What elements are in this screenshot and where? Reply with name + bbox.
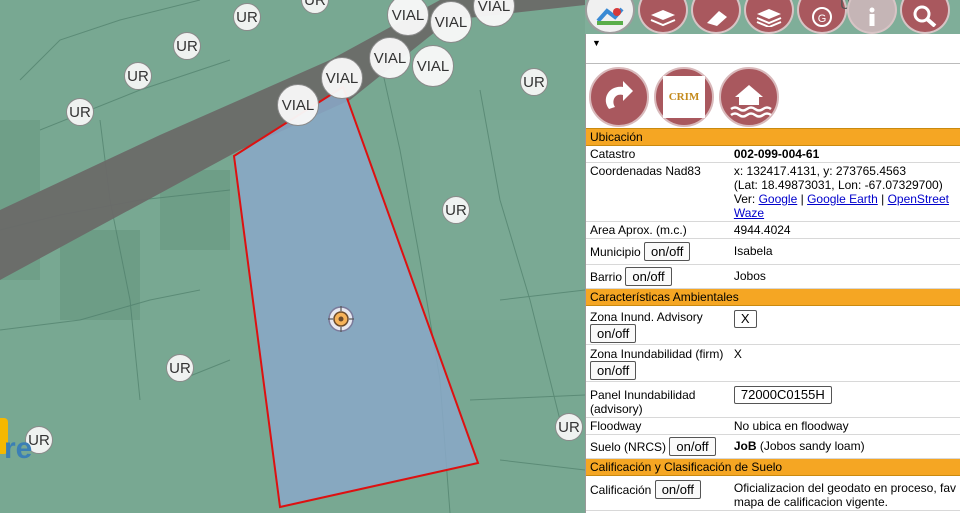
- calificacion-value-line1: Oficializacion del geodato en proceso, f…: [733, 481, 956, 495]
- municipio-onoff-button[interactable]: on/off: [644, 242, 691, 261]
- zona-firm-onoff-button[interactable]: on/off: [590, 361, 637, 380]
- zone-label-ur: UR: [124, 62, 152, 90]
- barrio-onoff-button[interactable]: on/off: [625, 267, 672, 286]
- calificacion-value-line2: mapa de calificacion vigente.: [733, 495, 888, 509]
- suelo-label: Suelo (NRCS): [590, 440, 667, 454]
- return-icon[interactable]: [589, 67, 649, 127]
- floodway-value: No ubica en floodway: [729, 417, 960, 435]
- table-row: Panel Inundabilidad (advisory) 72000C015…: [586, 381, 960, 418]
- logo-text: re: [4, 432, 33, 465]
- zone-label-ur: UR: [166, 354, 194, 382]
- barrio-value: Jobos: [729, 264, 960, 289]
- parcel-info-table: Ubicación Catastro 002-099-004-61 Coorde…: [586, 128, 960, 511]
- panel-inundabilidad-value: 72000C0155H: [733, 386, 832, 404]
- zona-firm-label: Zona Inundabilidad (firm): [590, 347, 724, 361]
- layers-stack-icon[interactable]: [744, 0, 794, 34]
- table-row: Barrio on/off Jobos: [586, 264, 960, 289]
- google-link[interactable]: Google: [759, 192, 798, 206]
- crim-logo[interactable]: CRIM: [654, 67, 714, 127]
- svg-text:G: G: [818, 13, 827, 25]
- catastro-label: Catastro: [586, 145, 730, 163]
- toolbar: G UR: [585, 0, 960, 34]
- table-row: Coordenadas Nad83 x: 132417.4131, y: 273…: [586, 162, 960, 222]
- road-label-vial: VIAL: [430, 1, 472, 43]
- section-caracteristicas: Características Ambientales: [586, 288, 960, 306]
- catastro-value: 002-099-004-61: [733, 147, 820, 161]
- zone-label-ur: UR: [555, 413, 583, 441]
- crim-logo-text: CRIM: [668, 91, 700, 103]
- suelo-description: (Jobos sandy loam): [759, 439, 865, 453]
- suelo-onoff-button[interactable]: on/off: [669, 437, 716, 456]
- zona-advisory-label: Zona Inund. Advisory: [590, 310, 703, 324]
- waze-link[interactable]: Waze: [734, 206, 764, 220]
- floodway-label: Floodway: [586, 417, 730, 435]
- map-view[interactable]: UR UR UR UR UR UR UR UR UR UR VIAL VIAL …: [0, 0, 585, 513]
- panel-header: ▼: [586, 34, 960, 64]
- zona-advisory-onoff-button[interactable]: on/off: [590, 324, 637, 343]
- layers-icon[interactable]: [638, 0, 688, 34]
- zone-label-ur: UR: [66, 98, 94, 126]
- barrio-label: Barrio: [590, 270, 623, 284]
- icon-row: CRIM: [586, 64, 960, 128]
- location-target-icon: [328, 306, 354, 332]
- municipio-label: Municipio: [590, 245, 641, 259]
- zone-label-ur: UR: [173, 32, 201, 60]
- coordenadas-latlon: (Lat: 18.49873031, Lon: -67.07329700): [733, 178, 943, 192]
- search-icon[interactable]: [900, 0, 950, 34]
- panel-inundabilidad-label: Panel Inundabilidad (advisory): [586, 381, 730, 418]
- road-label-vial: VIAL: [277, 84, 319, 126]
- zona-advisory-value: X: [733, 310, 757, 328]
- zone-label-ur: UR: [520, 68, 548, 96]
- section-ubicacion: Ubicación: [586, 128, 960, 146]
- table-row: Zona Inund. Advisory on/off X: [586, 305, 960, 345]
- suelo-code: JoB: [733, 439, 757, 453]
- coordenadas-xy: x: 132417.4131, y: 273765.4563: [733, 164, 907, 178]
- ver-label: Ver:: [733, 192, 756, 206]
- table-row: Suelo (NRCS) on/off JoB (Jobos sandy loa…: [586, 434, 960, 459]
- info-panel: ▼ CRIM Ubicación Catastro 002-099-004-61…: [585, 34, 960, 513]
- area-label: Area Aprox. (m.c.): [586, 221, 730, 239]
- google-earth-link[interactable]: Google Earth: [807, 192, 878, 206]
- area-value: 4944.4024: [729, 221, 960, 239]
- section-calificacion: Calificación y Clasificación de Suelo: [586, 458, 960, 476]
- road-label-vial: VIAL: [369, 37, 411, 79]
- table-row: Floodway No ubica en floodway: [586, 417, 960, 435]
- map-base-layer: [0, 0, 585, 513]
- table-row: Calificación on/off Oficializacion del g…: [586, 475, 960, 511]
- map-layers-icon[interactable]: [585, 0, 635, 34]
- zona-firm-value: X: [729, 344, 960, 382]
- road-label-vial: VIAL: [321, 57, 363, 99]
- table-row: Municipio on/off Isabela: [586, 238, 960, 265]
- table-row: Zona Inundabilidad (firm) on/off X: [586, 344, 960, 382]
- zone-label-ur: UR: [442, 196, 470, 224]
- zone-label-ur: UR: [233, 3, 261, 31]
- coordenadas-label: Coordenadas Nad83: [586, 162, 730, 222]
- municipio-value: Isabela: [729, 238, 960, 265]
- road-label-vial: VIAL: [412, 45, 454, 87]
- flood-house-icon[interactable]: [719, 67, 779, 127]
- info-icon[interactable]: [847, 0, 897, 34]
- map-logo: re: [0, 418, 50, 488]
- table-row: Area Aprox. (m.c.) 4944.4024: [586, 221, 960, 239]
- eraser-icon[interactable]: [691, 0, 741, 34]
- caret-down-icon[interactable]: ▼: [592, 38, 601, 48]
- table-row: Catastro 002-099-004-61: [586, 145, 960, 163]
- calificacion-label: Calificación: [590, 483, 652, 497]
- calificacion-onoff-button[interactable]: on/off: [654, 480, 701, 499]
- openstreet-link[interactable]: OpenStreet: [888, 192, 949, 206]
